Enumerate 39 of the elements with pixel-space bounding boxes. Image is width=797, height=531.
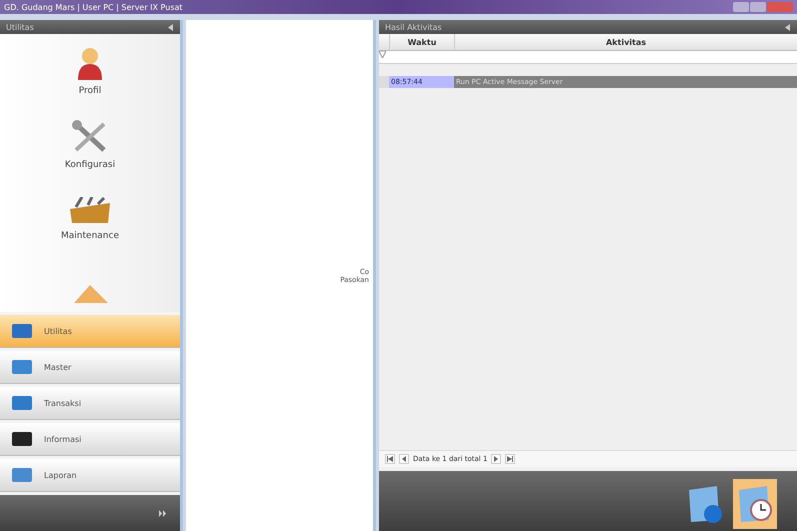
nav-group-label: Laporan: [44, 470, 77, 480]
nav-group-label: Informasi: [44, 434, 82, 444]
menu-label: Maintenance: [61, 231, 119, 241]
nav-group-label: Master: [44, 362, 72, 372]
nav-group-button[interactable]: Master: [0, 351, 180, 384]
panel-title: Utilitas: [6, 22, 34, 32]
last-page-button[interactable]: [505, 454, 516, 464]
menu-label: Profil: [78, 86, 102, 96]
nav-group-button[interactable]: Utilitas: [0, 315, 180, 348]
triangle-icon: [493, 456, 500, 462]
triangle-icon: [507, 456, 514, 462]
column-header[interactable]: Aktivitas: [454, 34, 797, 50]
folder-globe-icon: [687, 484, 723, 524]
next-page-button[interactable]: [491, 454, 502, 464]
chevron-icon[interactable]: [159, 510, 166, 516]
menu-item[interactable]: Konfigurasi: [64, 108, 116, 182]
triangle-icon: [401, 456, 407, 462]
collapse-icon[interactable]: [784, 24, 791, 30]
filter-icon[interactable]: [379, 51, 386, 58]
menu-item[interactable]: Profil: [76, 34, 104, 108]
menu-item[interactable]: Maintenance: [61, 182, 119, 256]
prev-page-button[interactable]: [399, 454, 409, 464]
column-header[interactable]: Waktu: [389, 34, 454, 50]
user-icon: [76, 46, 104, 80]
nav-group-button[interactable]: Transaksi: [0, 387, 180, 420]
collapse-icon[interactable]: [167, 24, 174, 30]
toolbox-icon: [68, 197, 112, 225]
window-title: GD. Gudang Mars | User PC | Server IX Pusat: [4, 2, 183, 12]
nav-group-button[interactable]: Informasi: [0, 423, 180, 456]
nav-group-label: Utilitas: [44, 326, 72, 336]
nav-group-label: Transaksi: [44, 398, 82, 408]
menu-label: Konfigurasi: [64, 160, 116, 170]
triangle-icon: [387, 456, 393, 462]
folder-clock-icon: [737, 484, 773, 524]
tools-icon: [72, 120, 108, 154]
first-page-button[interactable]: [385, 454, 395, 464]
nav-group-button[interactable]: Laporan: [0, 459, 180, 492]
dock-item[interactable]: [733, 479, 777, 529]
panel-title: Hasil Aktivitas: [385, 22, 442, 32]
